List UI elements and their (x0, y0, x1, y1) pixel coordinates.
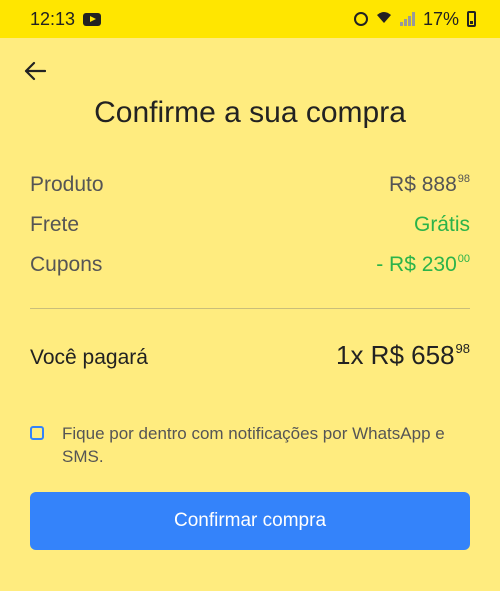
total-label: Você pagará (30, 346, 148, 369)
coupons-row: Cupons - R$ 23000 (30, 253, 470, 277)
alarm-icon (353, 12, 368, 26)
total-price-cents: 98 (455, 341, 470, 356)
shipping-row: Frete Grátis (30, 213, 470, 237)
total-row: Você pagará 1x R$ 65898 (30, 340, 470, 371)
shipping-value: Grátis (413, 213, 470, 236)
coupons-discount: - R$ 23000 (376, 253, 470, 277)
status-bar: 12:13 17% (0, 0, 500, 38)
total-price: 1x R$ 65898 (336, 340, 470, 371)
total-price-value: 1x R$ 658 (336, 340, 455, 370)
arrow-left-icon (24, 61, 46, 81)
status-time: 12:13 (30, 8, 76, 29)
battery-icon (467, 11, 476, 27)
wifi-icon (376, 11, 392, 28)
product-label: Produto (30, 173, 104, 196)
coupons-value: - R$ 230 (376, 253, 457, 276)
coupons-label: Cupons (30, 253, 103, 276)
notifications-checkbox[interactable] (30, 426, 44, 440)
youtube-icon (83, 12, 102, 26)
product-row: Produto R$ 88898 (30, 173, 470, 197)
shipping-label: Frete (30, 213, 80, 236)
divider (30, 308, 470, 309)
product-price: R$ 88898 (389, 173, 470, 197)
product-price-value: R$ 888 (389, 173, 457, 196)
notifications-text: Fique por dentro com notificações por Wh… (62, 424, 445, 466)
status-bar-right: 17% (353, 8, 476, 30)
back-button[interactable] (22, 58, 48, 84)
signal-icon (399, 12, 415, 26)
battery-percentage: 17% (422, 8, 459, 29)
product-price-cents: 98 (457, 173, 470, 185)
notifications-opt-in: Fique por dentro com notificações por Wh… (30, 422, 470, 468)
confirm-purchase-button[interactable]: Confirmar compra (30, 492, 470, 550)
status-bar-left: 12:13 (30, 8, 102, 30)
coupons-cents: 00 (457, 253, 470, 265)
page-title: Confirme a sua compra (94, 96, 406, 129)
